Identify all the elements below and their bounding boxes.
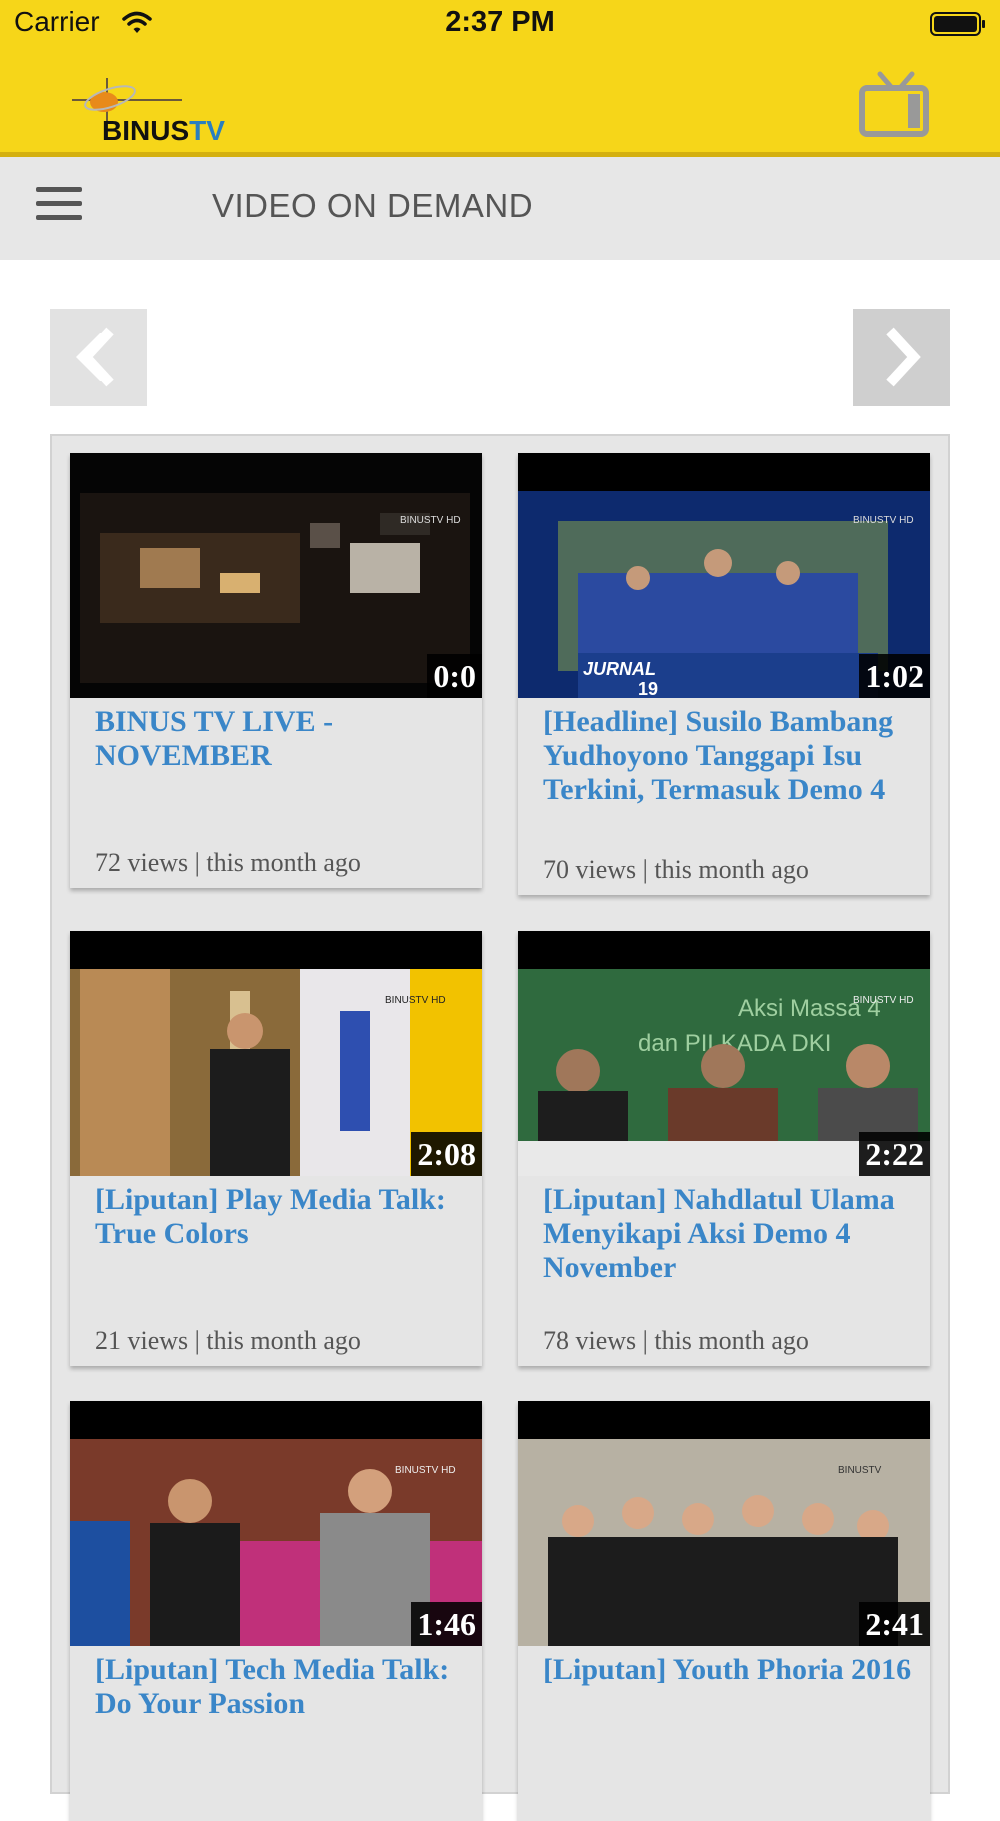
video-thumbnail[interactable]: BINUSTV HD 0:0 bbox=[70, 453, 482, 698]
svg-text:19: 19 bbox=[638, 679, 658, 698]
nav-bar: VIDEO ON DEMAND bbox=[0, 157, 1000, 260]
svg-text:BINUSTV HD: BINUSTV HD bbox=[853, 515, 914, 526]
svg-text:BINUSTV HD: BINUSTV HD bbox=[385, 995, 446, 1006]
video-card[interactable]: JURNAL 19 BINUSTV HD 1:02 [Headline] Sus… bbox=[518, 453, 930, 895]
svg-text:BINUSTV HD: BINUSTV HD bbox=[400, 515, 461, 526]
page-title: VIDEO ON DEMAND bbox=[212, 187, 534, 224]
next-page-button[interactable] bbox=[853, 309, 950, 406]
video-title-link[interactable]: [Liputan] Tech Media Talk: Do Your Passi… bbox=[95, 1653, 465, 1721]
video-duration: 2:22 bbox=[859, 1132, 930, 1176]
video-title-link[interactable]: [Liputan] Youth Phoria 2016 bbox=[543, 1653, 913, 1687]
video-card[interactable]: BINUSTV HD 0:0 BINUS TV LIVE - NOVEMBER … bbox=[70, 453, 482, 888]
app-header: Carrier 2:37 PM BINUSTV bbox=[0, 0, 1000, 152]
svg-text:BINUSTV: BINUSTV bbox=[838, 1465, 882, 1476]
video-title-link[interactable]: BINUS TV LIVE - NOVEMBER bbox=[95, 705, 465, 773]
video-grid: BINUSTV HD 0:0 BINUS TV LIVE - NOVEMBER … bbox=[50, 434, 950, 1821]
video-card[interactable]: Aksi Massa 4 dan PILKADA DKI BINUSTV HD … bbox=[518, 931, 930, 1366]
video-card[interactable]: BINUSTV HD 1:46 [Liputan] Tech Media Tal… bbox=[70, 1401, 482, 1821]
video-thumbnail[interactable]: BINUSTV HD 1:46 bbox=[70, 1401, 482, 1646]
menu-icon[interactable] bbox=[36, 185, 82, 223]
video-title-link[interactable]: [Headline] Susilo Bambang Yudhoyono Tang… bbox=[543, 705, 913, 807]
video-meta: 21 views | this month ago bbox=[95, 1326, 361, 1355]
video-duration: 1:02 bbox=[859, 654, 930, 698]
battery-icon bbox=[930, 12, 985, 36]
video-meta: 72 views | this month ago bbox=[95, 848, 361, 877]
svg-text:JURNAL: JURNAL bbox=[583, 659, 656, 679]
video-duration: 0:0 bbox=[427, 654, 482, 698]
previous-page-button[interactable] bbox=[50, 309, 147, 406]
status-bar: Carrier 2:37 PM bbox=[0, 0, 1000, 50]
video-card[interactable]: BINUSTV 2:41 [Liputan] Youth Phoria 2016 bbox=[518, 1401, 930, 1821]
tv-icon[interactable] bbox=[858, 70, 930, 138]
video-duration: 2:08 bbox=[411, 1132, 482, 1176]
video-thumbnail[interactable]: Aksi Massa 4 dan PILKADA DKI BINUSTV HD … bbox=[518, 931, 930, 1176]
video-thumbnail[interactable]: JURNAL 19 BINUSTV HD 1:02 bbox=[518, 453, 930, 698]
video-meta: 70 views | this month ago bbox=[543, 855, 809, 884]
video-meta: 78 views | this month ago bbox=[543, 1326, 809, 1355]
video-title-link[interactable]: [Liputan] Nahdlatul Ulama Menyikapi Aksi… bbox=[543, 1183, 913, 1285]
video-duration: 1:46 bbox=[411, 1602, 482, 1646]
chevron-left-icon bbox=[76, 327, 114, 387]
svg-text:BINUSTV HD: BINUSTV HD bbox=[395, 1465, 456, 1476]
video-card[interactable]: BINUSTV HD 2:08 [Liputan] Play Media Tal… bbox=[70, 931, 482, 1366]
video-thumbnail[interactable]: BINUSTV 2:41 bbox=[518, 1401, 930, 1646]
video-title-link[interactable]: [Liputan] Play Media Talk: True Colors bbox=[95, 1183, 465, 1251]
clock: 2:37 PM bbox=[445, 6, 555, 38]
video-duration: 2:41 bbox=[859, 1602, 930, 1646]
svg-text:BINUSTV: BINUSTV bbox=[102, 115, 225, 144]
svg-text:BINUSTV HD: BINUSTV HD bbox=[853, 995, 914, 1006]
video-thumbnail[interactable]: BINUSTV HD 2:08 bbox=[70, 931, 482, 1176]
chevron-right-icon bbox=[886, 327, 921, 387]
binustv-logo[interactable]: BINUSTV bbox=[72, 76, 247, 144]
